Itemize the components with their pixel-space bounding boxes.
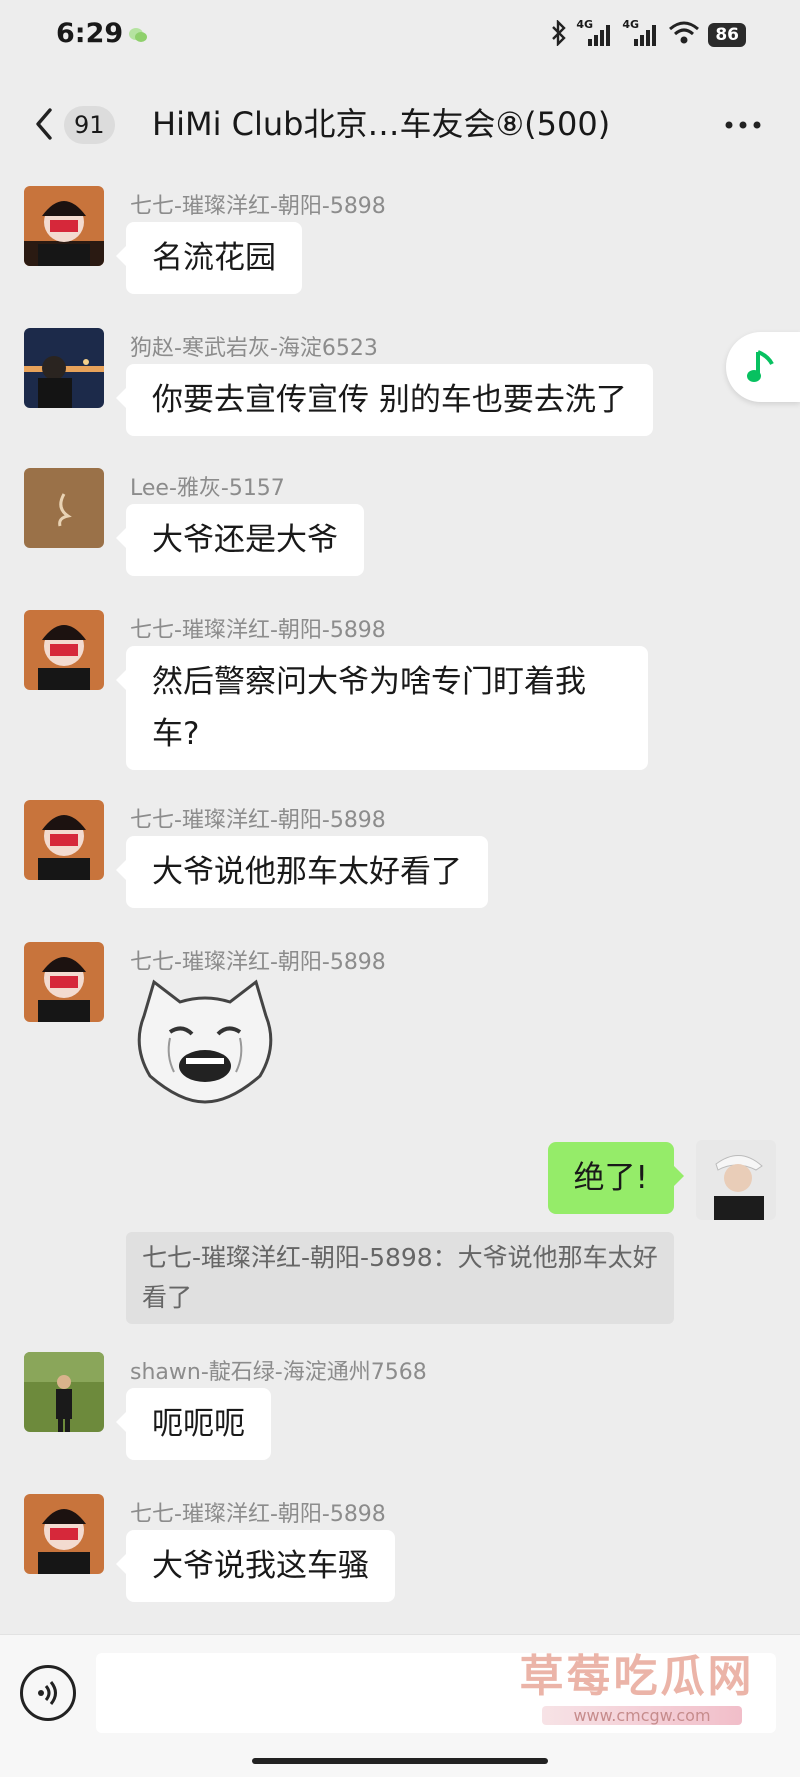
sender-name: 七七-璀璨洋红-朝阳-5898 (130, 808, 386, 833)
status-bar: 6:29 4G 4G 86 (0, 0, 800, 72)
watermark-url: www.cmcgw.com (542, 1706, 742, 1725)
avatar-shawn[interactable] (24, 1352, 104, 1432)
sender-name: Lee-雅灰-5157 (130, 476, 285, 501)
my-message-bubble[interactable]: 绝了! (547, 1142, 685, 1214)
back-arrow-icon[interactable] (30, 104, 58, 144)
message-bubble[interactable]: 名流花园 (116, 222, 302, 294)
voice-input-button[interactable] (20, 1665, 76, 1721)
avatar-qiqi[interactable] (24, 1494, 104, 1574)
floating-music-button[interactable] (726, 332, 800, 402)
sender-name: 七七-璀璨洋红-朝阳-5898 (130, 950, 386, 975)
message-bubble[interactable]: 大爷说我这车骚 (116, 1530, 395, 1602)
signal-icon-2: 4G (622, 18, 660, 48)
site-watermark: 草莓吃瓜网 www.cmcgw.com (512, 1640, 762, 1725)
app-notification-icon (128, 26, 148, 44)
home-indicator[interactable] (252, 1758, 548, 1764)
message-bubble[interactable]: 呃呃呃 (116, 1388, 271, 1460)
sender-name: 七七-璀璨洋红-朝阳-5898 (130, 194, 386, 219)
music-note-icon (747, 350, 774, 382)
battery-indicator: 86 (708, 23, 746, 47)
message-bubble[interactable]: 大爷说他那车太好看了 (116, 836, 488, 908)
avatar-me[interactable] (696, 1140, 776, 1220)
watermark-title: 草莓吃瓜网 (519, 1651, 755, 1702)
network-type-1: 4G (576, 18, 594, 31)
message-bubble[interactable]: 你要去宣传宣传 别的车也要去洗了 (116, 364, 653, 436)
bluetooth-icon (550, 19, 568, 50)
voice-icon (38, 1681, 57, 1705)
unread-count-badge[interactable]: 91 (64, 106, 115, 144)
network-type-2: 4G (622, 18, 640, 31)
status-time: 6:29 (56, 18, 124, 49)
avatar-lee[interactable] (24, 468, 104, 548)
chat-title: HiMi Club北京…车友会⑧(500) (152, 105, 611, 143)
chat-header: 91 HiMi Club北京…车友会⑧(500) (0, 86, 800, 164)
sender-name: 七七-璀璨洋红-朝阳-5898 (130, 1502, 386, 1527)
sender-name: 狗赵-寒武岩灰-海淀6523 (130, 336, 378, 361)
message-bubble[interactable]: 然后警察问大爷为啥专门盯着我车? (116, 646, 648, 770)
avatar-gouzhao[interactable] (24, 328, 104, 408)
message-bubble[interactable]: 大爷还是大爷 (116, 504, 364, 576)
more-options-icon[interactable] (718, 108, 768, 142)
avatar-qiqi[interactable] (24, 942, 104, 1022)
signal-icon-1: 4G (576, 18, 614, 48)
avatar-qiqi[interactable] (24, 610, 104, 690)
status-icons: 4G 4G 86 (550, 18, 746, 50)
crying-cat-sticker[interactable] (130, 976, 280, 1106)
quoted-message[interactable]: 七七-璀璨洋红-朝阳-5898：大爷说他那车太好看了 (126, 1232, 674, 1324)
avatar-qiqi[interactable] (24, 186, 104, 266)
avatar-qiqi[interactable] (24, 800, 104, 880)
wifi-icon (668, 20, 700, 50)
sender-name: shawn-靛石绿-海淀通州7568 (130, 1360, 427, 1385)
sender-name: 七七-璀璨洋红-朝阳-5898 (130, 618, 386, 643)
